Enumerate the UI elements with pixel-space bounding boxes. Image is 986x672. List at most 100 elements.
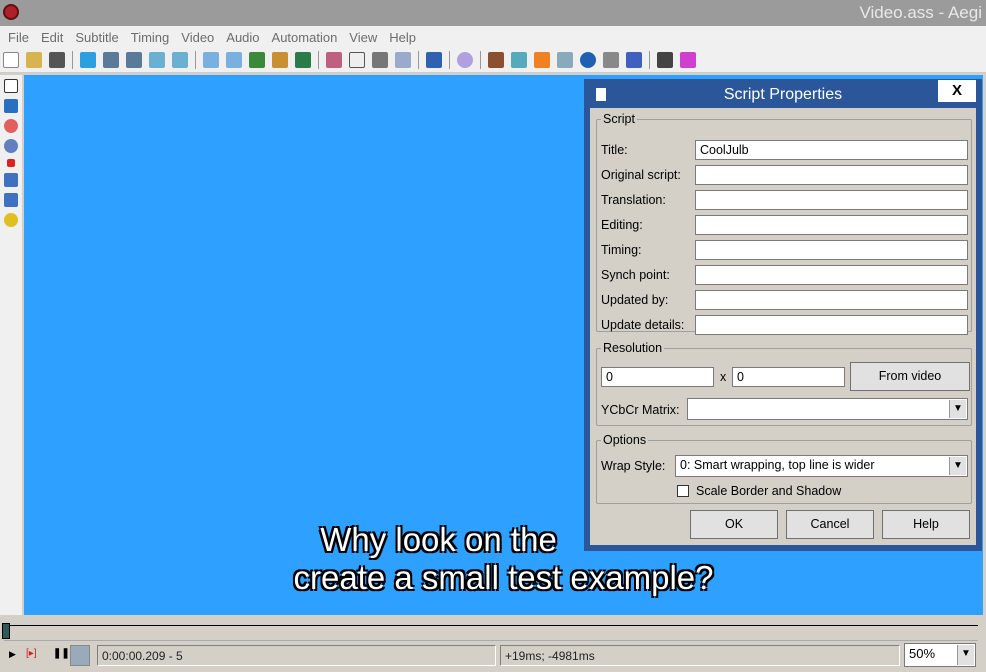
standard-tool-icon[interactable] [4, 79, 18, 93]
properties-icon[interactable] [349, 52, 365, 68]
script-group: Script Title: Original script: Translati… [596, 112, 972, 335]
video-controls: ▶ [▸] ❚❚ 0:00:00.209 - 5 +19ms; -4981ms … [0, 643, 986, 672]
separator [418, 51, 419, 69]
video-seek-slider[interactable] [0, 616, 986, 644]
tag-icon[interactable] [680, 52, 696, 68]
document-icon [596, 88, 606, 101]
translation-icon[interactable] [603, 52, 619, 68]
jump-end-icon[interactable] [172, 52, 188, 68]
original-script-label: Original script: [601, 168, 681, 182]
title-input[interactable] [695, 140, 968, 160]
menu-bar: File Edit Subtitle Timing Video Audio Au… [0, 26, 986, 48]
keyframe-icon[interactable] [249, 52, 265, 68]
resolution-y-input[interactable] [732, 367, 845, 387]
editing-label: Editing: [601, 218, 643, 232]
new-file-icon[interactable] [3, 52, 19, 68]
dialog-title: Script Properties [723, 86, 843, 103]
editing-input[interactable] [695, 215, 968, 235]
synch-point-label: Synch point: [601, 268, 670, 282]
snap-end-icon[interactable] [226, 52, 242, 68]
zoom-select[interactable]: 50% ▼ [904, 643, 976, 667]
checkbox-box[interactable] [677, 485, 689, 497]
translation-input[interactable] [695, 190, 968, 210]
autoscroll-icon[interactable] [70, 645, 90, 666]
script-properties-dialog: Script Properties X Script Title: Origin… [584, 79, 982, 551]
separator [318, 51, 319, 69]
app-logo-icon [3, 4, 19, 20]
cancel-button[interactable]: Cancel [786, 510, 874, 539]
menu-edit[interactable]: Edit [35, 26, 69, 48]
pause-icon[interactable]: ❚❚ [53, 648, 70, 659]
vector-clip-icon[interactable] [4, 193, 18, 207]
synch-point-input[interactable] [695, 265, 968, 285]
scale-border-checkbox[interactable]: Scale Border and Shadow [677, 484, 841, 498]
updated-by-input[interactable] [695, 290, 968, 310]
rotate-xy-icon[interactable] [4, 139, 18, 153]
kanji-timer-icon[interactable] [534, 52, 550, 68]
menu-automation[interactable]: Automation [266, 26, 344, 48]
automation-icon[interactable] [426, 52, 442, 68]
open-file-icon[interactable] [26, 52, 42, 68]
resample-icon[interactable] [488, 52, 504, 68]
menu-audio[interactable]: Audio [220, 26, 265, 48]
ycbcr-label: YCbCr Matrix: [601, 403, 680, 417]
menu-view[interactable]: View [343, 26, 383, 48]
zoom-in-icon[interactable] [103, 52, 119, 68]
attachments-icon[interactable] [372, 52, 388, 68]
chevron-down-icon[interactable]: ▼ [957, 645, 974, 665]
original-script-input[interactable] [695, 165, 968, 185]
timing-input[interactable] [695, 240, 968, 260]
seek-thumb[interactable] [2, 623, 10, 639]
menu-file[interactable]: File [2, 26, 35, 48]
menu-subtitle[interactable]: Subtitle [69, 26, 124, 48]
play-icon[interactable]: ▶ [9, 649, 16, 660]
chevron-down-icon[interactable]: ▼ [949, 457, 966, 475]
time-display[interactable]: 0:00:00.209 - 5 [97, 645, 496, 666]
main-toolbar [0, 48, 986, 73]
clock-icon[interactable] [580, 52, 596, 68]
menu-video[interactable]: Video [175, 26, 220, 48]
subtitle-line-2: create a small test example? [293, 559, 714, 596]
fonts-icon[interactable] [395, 52, 411, 68]
film-icon[interactable] [272, 52, 288, 68]
timing-label: Timing: [601, 243, 642, 257]
translation-label: Translation: [601, 193, 666, 207]
mascot-icon[interactable] [457, 52, 473, 68]
dialog-body: Script Title: Original script: Translati… [590, 108, 976, 545]
jump-start-icon[interactable] [149, 52, 165, 68]
from-video-button[interactable]: From video [850, 362, 970, 391]
help-button[interactable]: Help [882, 510, 970, 539]
ycbcr-select[interactable]: ▼ [687, 398, 968, 420]
menu-timing[interactable]: Timing [125, 26, 176, 48]
ok-button[interactable]: OK [690, 510, 778, 539]
resolution-x-input[interactable] [601, 367, 714, 387]
wrap-style-select[interactable]: 0: Smart wrapping, top line is wider ▼ [675, 455, 968, 477]
rotate-z-icon[interactable] [4, 119, 18, 133]
spellcheck-icon[interactable] [626, 52, 642, 68]
options-icon[interactable] [657, 52, 673, 68]
dialog-title-bar[interactable]: Script Properties X [590, 79, 976, 108]
offset-display: +19ms; -4981ms [500, 645, 900, 666]
styles-icon[interactable] [326, 52, 342, 68]
scale-border-label: Scale Border and Shadow [696, 484, 842, 498]
update-details-input[interactable] [695, 315, 968, 335]
close-button[interactable]: X [938, 80, 976, 102]
seek-track[interactable] [4, 625, 978, 641]
snap-start-icon[interactable] [203, 52, 219, 68]
title-bar: Video.ass - Aegi [0, 0, 986, 26]
drag-tool-icon[interactable] [4, 99, 18, 113]
separator [72, 51, 73, 69]
jump-to-icon[interactable] [80, 52, 96, 68]
select-lines-icon[interactable] [557, 52, 573, 68]
clip-icon[interactable] [4, 173, 18, 187]
menu-help[interactable]: Help [383, 26, 422, 48]
zoom-out-icon[interactable] [126, 52, 142, 68]
chevron-down-icon[interactable]: ▼ [949, 400, 966, 418]
shift-times-icon[interactable] [295, 52, 311, 68]
resolution-separator: x [720, 370, 727, 384]
play-line-icon[interactable]: [▸] [26, 648, 37, 659]
save-icon[interactable] [49, 52, 65, 68]
scale-icon[interactable] [7, 159, 15, 167]
help-icon[interactable] [4, 213, 18, 227]
timing-post-icon[interactable] [511, 52, 527, 68]
